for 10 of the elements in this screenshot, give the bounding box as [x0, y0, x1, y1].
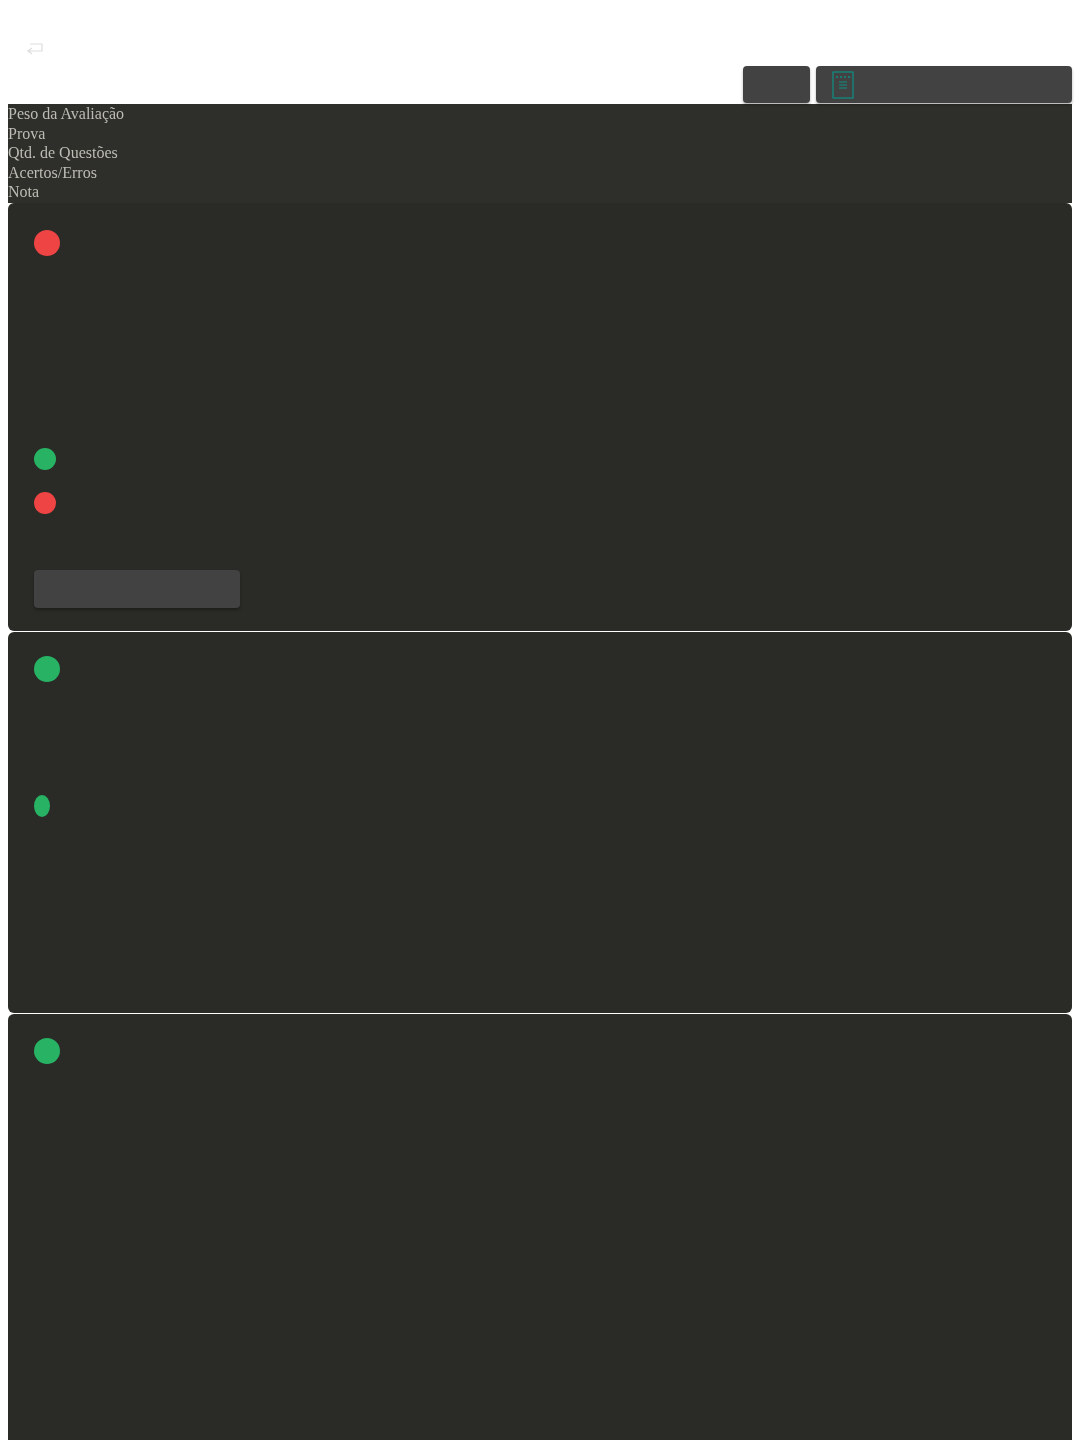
- card-button[interactable]: [34, 569, 240, 608]
- back-icon[interactable]: [25, 42, 45, 56]
- column-label: Peso da Avaliação: [8, 104, 126, 124]
- column-label: Nota: [8, 182, 41, 202]
- document-button[interactable]: [816, 66, 1072, 103]
- document-icon: [832, 70, 854, 99]
- column-label: Prova: [8, 123, 47, 143]
- column-label: Acertos/Erros: [8, 162, 98, 182]
- column-label: Qtd. de Questões: [8, 143, 119, 163]
- toolbar-button[interactable]: [743, 66, 810, 103]
